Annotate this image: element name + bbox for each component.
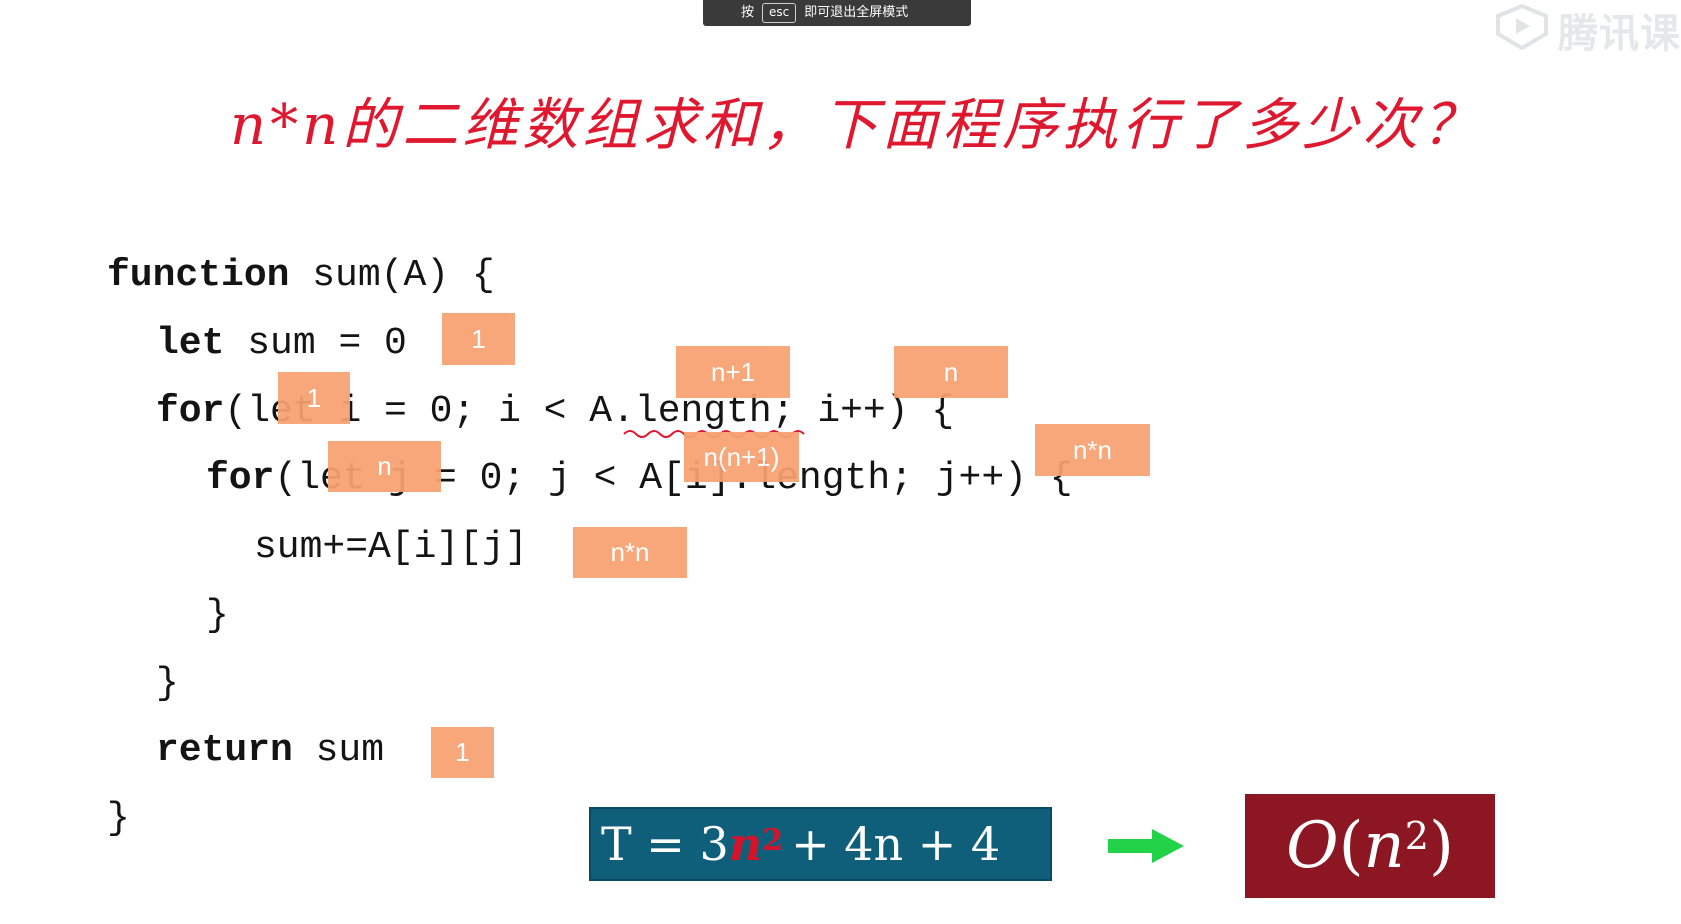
keyword-for: for (156, 390, 225, 433)
keyword-return: return (156, 729, 293, 772)
hint-suffix: 即可退出全屏模式 (804, 5, 909, 20)
big-o-n: n (1363, 809, 1405, 883)
count-tag-sum-init: 1 (442, 313, 515, 365)
count-tag-loop-body: n*n (573, 527, 687, 578)
formula-exponent: 2 (762, 822, 784, 858)
code-line-9: } (107, 797, 130, 840)
count-tag-let-i: 1 (278, 372, 350, 424)
big-o-result-box: O ( n 2 ) (1245, 794, 1495, 898)
count-tag-inner-length: n(n+1) (684, 432, 799, 482)
code-line-7: } (156, 662, 179, 705)
code-text: sum(A) { (289, 254, 495, 297)
esc-key: esc (762, 3, 797, 23)
code-line-2: let sum = 0 (156, 324, 407, 364)
formula-rest: + 4n + 4 (791, 817, 1001, 871)
slide-heading: n*n的二维数组求和，下面程序执行了多少次？ (230, 93, 1483, 158)
hint-prefix: 按 (741, 5, 755, 20)
code-line-6: } (206, 594, 229, 637)
code-line-1: function sum(A) { (107, 256, 495, 296)
tencent-classroom-watermark: 腾讯课 (1492, 0, 1681, 60)
formula-lhs: T = 3 (601, 817, 729, 871)
big-o-letter: O (1286, 809, 1339, 883)
classroom-logo-icon (1496, 4, 1548, 51)
big-o-exponent: 2 (1404, 814, 1429, 858)
code-text: sum = 0 (224, 322, 407, 365)
right-arrow-icon (1108, 829, 1184, 863)
formula-n-highlight: n (728, 817, 763, 871)
keyword-let: let (156, 322, 225, 365)
code-line-8: return sum (156, 731, 384, 771)
count-tag-i-increment: n (894, 346, 1008, 398)
count-tag-return: 1 (431, 727, 494, 778)
big-o-close-paren: ) (1428, 809, 1454, 883)
fullscreen-exit-hint: 按 esc 即可退出全屏模式 (703, 0, 971, 26)
keyword-function: function (107, 254, 290, 297)
code-line-5: sum+=A[i][j] (254, 526, 528, 569)
watermark-text: 腾讯课 (1558, 11, 1681, 57)
big-o-open-paren: ( (1338, 809, 1364, 883)
count-tag-outer-length: n+1 (676, 346, 790, 398)
code-text: sum (292, 729, 385, 772)
count-tag-j-increment: n*n (1035, 424, 1150, 476)
count-tag-let-j: n (328, 441, 441, 492)
time-formula-box: T = 3 n 2 + 4n + 4 (589, 807, 1052, 881)
keyword-for: for (206, 457, 275, 500)
code-line-3: for(let i = 0; i < A.length; i++) { (156, 392, 954, 432)
